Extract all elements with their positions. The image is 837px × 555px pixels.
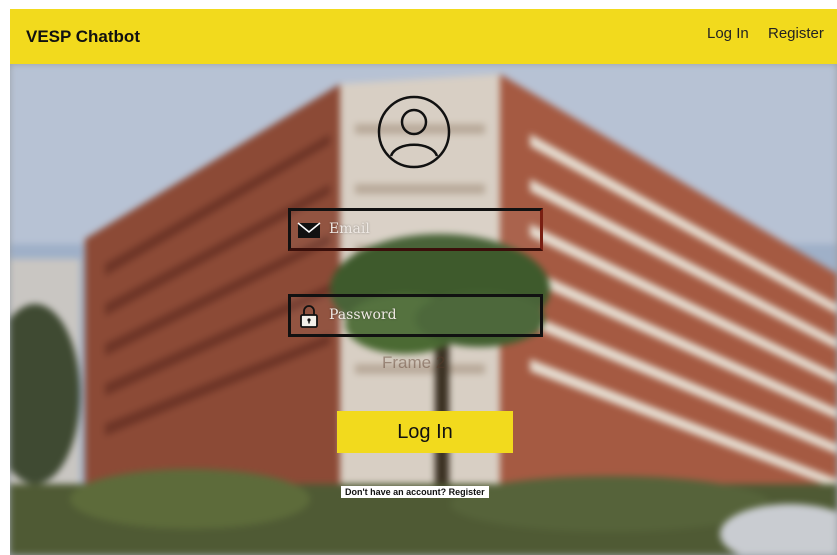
register-prompt: Don't have an account? Register bbox=[341, 486, 489, 498]
password-placeholder: Password bbox=[329, 307, 397, 323]
page: VESP Chatbot Log In Register Email Passw… bbox=[0, 0, 837, 555]
user-avatar-icon bbox=[377, 95, 451, 169]
email-placeholder: Email bbox=[329, 221, 370, 237]
brand-title[interactable]: VESP Chatbot bbox=[26, 27, 140, 47]
register-prompt-text: Don't have an account? bbox=[345, 487, 447, 497]
envelope-icon bbox=[297, 222, 321, 238]
app-frame: VESP Chatbot Log In Register Email Passw… bbox=[10, 9, 837, 555]
lock-icon bbox=[300, 305, 318, 328]
nav-login-link[interactable]: Log In bbox=[707, 25, 749, 42]
frame-label: Frame 2 bbox=[382, 353, 446, 372]
login-button[interactable]: Log In bbox=[337, 411, 513, 453]
nav-register-link[interactable]: Register bbox=[768, 25, 824, 42]
password-field[interactable]: Password bbox=[288, 294, 543, 337]
email-field[interactable]: Email bbox=[288, 208, 543, 251]
navbar: VESP Chatbot Log In Register bbox=[10, 9, 837, 64]
register-link[interactable]: Register bbox=[449, 487, 485, 497]
login-panel: Email Password Frame 2 Log In Don't have… bbox=[10, 64, 837, 555]
